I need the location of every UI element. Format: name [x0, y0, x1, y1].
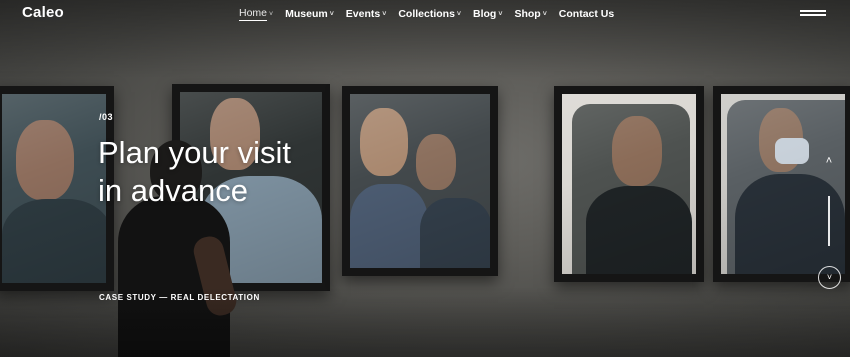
- nav-label: Events: [345, 8, 381, 20]
- menu-line: [800, 10, 826, 12]
- nav-item-events[interactable]: Events ˅: [346, 7, 387, 21]
- chevron-down-icon: ˅: [456, 10, 462, 18]
- site-header: Caleo Home ˅ Museum ˅ Events ˅ Collectio…: [0, 0, 850, 28]
- slider-progress-track: [828, 196, 830, 246]
- nav-label: Museum: [285, 8, 328, 20]
- chevron-down-icon: ˅: [329, 10, 334, 18]
- slide-number: /03: [99, 112, 114, 122]
- nav-item-contact-us[interactable]: Contact Us: [559, 7, 614, 21]
- hero-slide: Caleo Home ˅ Museum ˅ Events ˅ Collectio…: [0, 0, 850, 357]
- nav-label: Collections: [398, 8, 455, 20]
- chevron-down-icon[interactable]: ˅: [818, 266, 841, 289]
- nav-label: Home: [239, 7, 268, 21]
- main-nav: Home ˅ Museum ˅ Events ˅ Collections ˅ B…: [239, 7, 614, 21]
- chevron-down-icon: ˅: [269, 10, 274, 18]
- nav-item-shop[interactable]: Shop ˅: [514, 7, 546, 21]
- chevron-down-icon: ˅: [382, 10, 387, 18]
- nav-item-museum[interactable]: Museum ˅: [285, 7, 334, 21]
- nav-label: Contact Us: [558, 8, 615, 20]
- headline-line-2: in advance: [98, 173, 248, 208]
- hero-headline: Plan your visit in advance: [98, 134, 358, 210]
- hamburger-icon[interactable]: [800, 10, 826, 20]
- nav-item-blog[interactable]: Blog ˅: [473, 7, 502, 21]
- chevron-down-icon: ˅: [542, 10, 547, 18]
- chevron-up-icon[interactable]: ˄: [820, 152, 838, 170]
- site-logo[interactable]: Caleo: [22, 4, 64, 21]
- nav-label: Shop: [514, 8, 541, 20]
- nav-label: Blog: [473, 8, 497, 20]
- headline-line-1: Plan your visit: [98, 135, 291, 170]
- menu-line: [800, 14, 826, 16]
- nav-item-collections[interactable]: Collections ˅: [398, 7, 461, 21]
- chevron-down-icon: ˅: [498, 10, 503, 18]
- nav-item-home[interactable]: Home ˅: [239, 7, 273, 21]
- hero-caption[interactable]: CASE STUDY — REAL DELECTATION: [99, 293, 260, 302]
